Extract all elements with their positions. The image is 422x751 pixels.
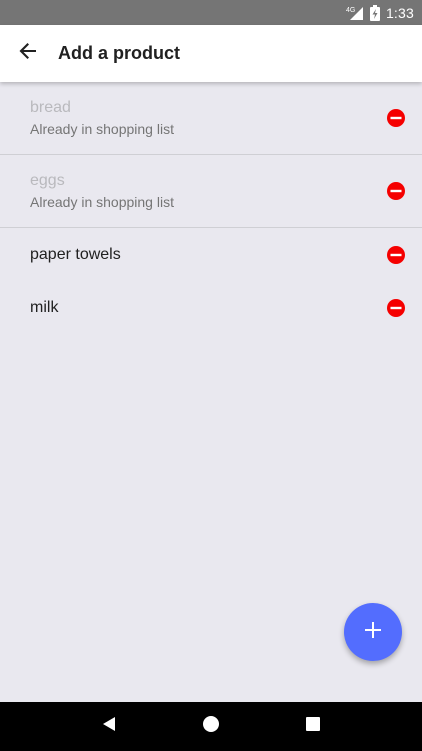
product-list: bread Already in shopping list eggs Alre… [0,82,422,334]
product-status: Already in shopping list [30,194,174,210]
home-circle-icon [202,715,220,738]
back-button[interactable] [0,25,56,82]
product-name: paper towels [30,245,121,263]
remove-circle-icon[interactable] [386,298,406,318]
list-item[interactable]: paper towels [0,228,422,281]
recents-square-icon [304,715,322,738]
nav-home-button[interactable] [191,707,231,747]
status-bar: 4G 1:33 [0,0,422,25]
product-name: bread [30,99,71,116]
add-product-button[interactable] [344,603,402,661]
product-status: Already in shopping list [30,121,174,137]
remove-circle-icon[interactable] [386,245,406,265]
nav-back-button[interactable] [89,707,129,747]
list-item[interactable]: milk [0,281,422,334]
remove-circle-icon[interactable] [386,181,406,201]
navigation-bar [0,702,422,751]
nav-recents-button[interactable] [293,707,333,747]
list-item[interactable]: eggs Already in shopping list [0,155,422,228]
add-icon [363,620,383,645]
arrow-back-icon [18,41,38,66]
product-name: milk [30,298,59,316]
status-time: 1:33 [385,4,414,21]
product-name: eggs [30,172,65,189]
signal-icon: 4G [346,5,364,21]
app-bar: Add a product [0,25,422,82]
back-triangle-icon [100,715,118,738]
list-item[interactable]: bread Already in shopping list [0,82,422,155]
remove-circle-icon[interactable] [386,108,406,128]
battery-charging-icon [369,4,380,21]
svg-text:4G: 4G [346,7,355,14]
page-title: Add a product [58,43,180,63]
